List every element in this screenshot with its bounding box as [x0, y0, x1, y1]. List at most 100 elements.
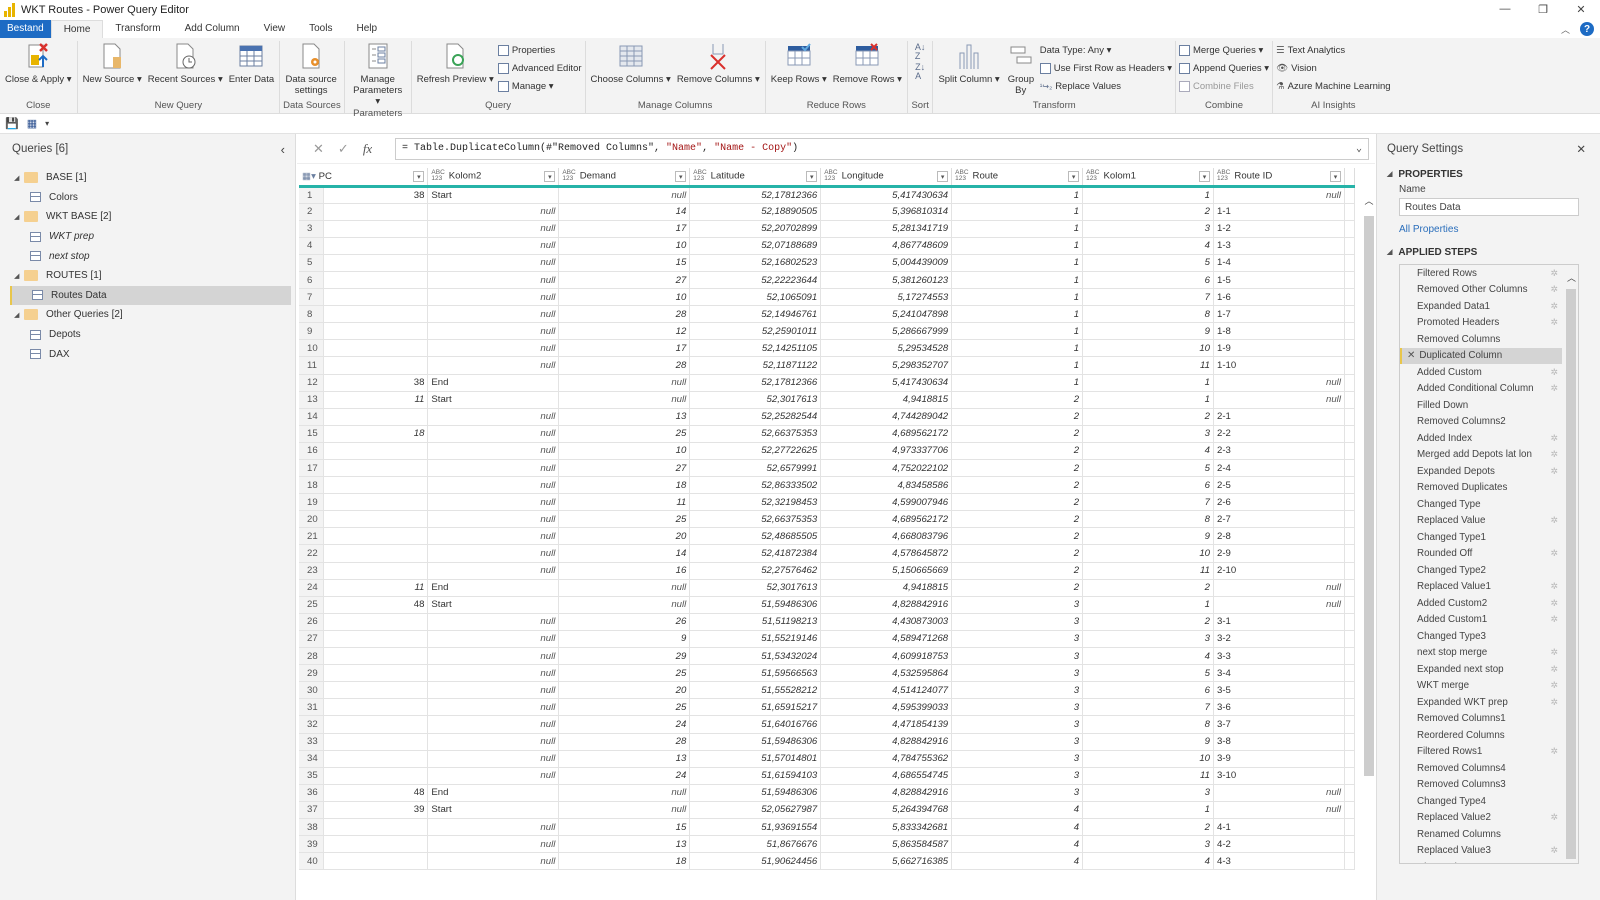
applied-step[interactable]: Removed Columns1	[1400, 711, 1562, 728]
table-cell[interactable]: 2-7	[1213, 510, 1345, 529]
table-cell[interactable]: 52,3017613	[689, 579, 822, 597]
table-cell[interactable]: 2-1	[1213, 408, 1345, 426]
table-cell[interactable]: 10	[1082, 544, 1215, 563]
applied-step[interactable]: Changed Type2	[1400, 562, 1562, 579]
table-cell[interactable]: 15	[558, 818, 691, 837]
tab-help[interactable]: Help	[344, 20, 389, 38]
table-cell[interactable]: null	[558, 784, 691, 802]
table-cell[interactable]: null	[427, 664, 560, 683]
table-cell[interactable]: 10	[558, 288, 691, 307]
table-cell[interactable]: 2	[1082, 613, 1215, 631]
applied-step[interactable]: Replaced Value ✲	[1400, 513, 1562, 530]
table-cell[interactable]: 2-3	[1213, 442, 1345, 461]
table-cell[interactable]: 51,8676676	[689, 835, 822, 854]
manage-button[interactable]: Manage ▾	[497, 79, 582, 94]
table-cell[interactable]: 4,668083796	[820, 527, 953, 546]
applied-step[interactable]: Added Custom ✲	[1400, 364, 1562, 381]
table-cell[interactable]: 5,286667999	[820, 322, 953, 341]
table-cell[interactable]: 52,05627987	[689, 801, 822, 819]
fx-icon[interactable]: fx	[363, 141, 372, 157]
row-number[interactable]: 4	[299, 237, 325, 255]
gear-icon[interactable]: ✲	[1550, 680, 1558, 691]
table-cell[interactable]: 8	[1082, 305, 1215, 324]
table-cell[interactable]: 1	[951, 305, 1084, 324]
table-cell[interactable]: End	[427, 374, 560, 392]
tab-transform[interactable]: Transform	[103, 20, 172, 38]
table-cell[interactable]: 11	[558, 493, 691, 512]
table-cell[interactable]: 5,417430634	[820, 186, 953, 204]
gear-icon[interactable]: ✲	[1550, 466, 1558, 477]
new-source-button[interactable]: New Source ▾	[81, 41, 144, 99]
table-cell[interactable]: null	[1213, 579, 1345, 597]
row-number[interactable]: 1	[299, 186, 325, 204]
applied-step[interactable]: WKT merge ✲	[1400, 678, 1562, 695]
table-cell[interactable]: 4,514124077	[820, 681, 953, 700]
table-cell[interactable]: Start	[427, 186, 560, 204]
table-cell[interactable]: 15	[558, 254, 691, 272]
applied-step[interactable]: Replaced Value2 ✲	[1400, 810, 1562, 827]
table-cell[interactable]: null	[558, 596, 691, 614]
table-cell[interactable]	[323, 288, 429, 307]
gear-icon[interactable]: ✲	[1550, 746, 1558, 757]
table-cell[interactable]: 51,51198213	[689, 613, 822, 631]
applied-step[interactable]: Replaced Value1 ✲	[1400, 579, 1562, 596]
any-type-icon[interactable]: ABC 123	[562, 170, 575, 183]
applied-step[interactable]: Expanded Data1 ✲	[1400, 298, 1562, 315]
row-number[interactable]: 22	[299, 544, 325, 563]
any-type-icon[interactable]: ABC 123	[955, 170, 968, 183]
table-cell[interactable]: 38	[323, 186, 429, 204]
table-cell[interactable]: 1	[951, 322, 1084, 341]
row-number[interactable]: 23	[299, 562, 325, 580]
table-cell[interactable]: 18	[323, 425, 429, 443]
applied-step[interactable]: Replaced Value3 ✲	[1400, 843, 1562, 860]
query-group[interactable]: ◢ WKT BASE [2]	[0, 207, 295, 227]
row-number[interactable]: 15	[299, 425, 325, 443]
table-cell[interactable]: 3	[951, 664, 1084, 683]
table-cell[interactable]: 51,64016766	[689, 715, 822, 734]
table-cell[interactable]: 3	[951, 733, 1084, 751]
table-cell[interactable]: 52,25282544	[689, 408, 822, 426]
table-cell[interactable]: null	[427, 425, 560, 443]
table-cell[interactable]: 1	[951, 254, 1084, 272]
table-cell[interactable]: 8	[1082, 510, 1215, 529]
table-view-icon[interactable]: ▦	[27, 117, 37, 130]
filter-dropdown-icon[interactable]: ▾	[1068, 171, 1080, 182]
query-name-input[interactable]: Routes Data	[1399, 198, 1579, 216]
column-header[interactable]: ABC 123 Kolom1 ▾	[1082, 168, 1215, 188]
scroll-up-icon[interactable]: ︿	[1567, 271, 1576, 284]
collapse-panel-icon[interactable]: ‹	[281, 142, 285, 157]
table-cell[interactable]: 20	[558, 681, 691, 700]
table-cell[interactable]: 6	[1082, 681, 1215, 700]
table-cell[interactable]: 52,11871122	[689, 356, 822, 375]
table-cell[interactable]: null	[1213, 374, 1345, 392]
column-header[interactable]: ABC 123 Route ▾	[951, 168, 1084, 188]
table-cell[interactable]: 9	[1082, 527, 1215, 546]
table-cell[interactable]: 38	[323, 374, 429, 392]
table-cell[interactable]: 39	[323, 801, 429, 819]
table-cell[interactable]: 4	[951, 818, 1084, 837]
row-number[interactable]: 28	[299, 647, 325, 666]
table-cell[interactable]: null	[427, 733, 560, 751]
table-cell[interactable]: 52,48685505	[689, 527, 822, 546]
table-cell[interactable]: 4,471854139	[820, 715, 953, 734]
table-cell[interactable]: 28	[558, 305, 691, 324]
remove-columns-button[interactable]: Remove Columns ▾	[675, 41, 762, 99]
table-cell[interactable]: 3	[951, 613, 1084, 631]
column-header[interactable]: ABC 123 Demand ▾	[558, 168, 691, 188]
table-cell[interactable]: 4,689562172	[820, 425, 953, 443]
query-item[interactable]: Colors	[0, 188, 295, 208]
table-cell[interactable]: 2	[1082, 203, 1215, 221]
table-cell[interactable]: 11	[1082, 562, 1215, 580]
row-number[interactable]: 6	[299, 271, 325, 290]
table-cell[interactable]: 2	[951, 579, 1084, 597]
table-cell[interactable]: 1	[1082, 391, 1215, 409]
table-cell[interactable]: 25	[558, 664, 691, 683]
table-cell[interactable]: 11	[323, 579, 429, 597]
applied-step[interactable]: Changed Type4	[1400, 793, 1562, 810]
applied-step[interactable]: Promoted Headers ✲	[1400, 315, 1562, 332]
tab-view[interactable]: View	[252, 20, 298, 38]
row-number[interactable]: 36	[299, 784, 325, 802]
gear-icon[interactable]: ✲	[1550, 664, 1558, 675]
advanced-editor-button[interactable]: Advanced Editor	[497, 61, 582, 76]
table-cell[interactable]: 2	[1082, 818, 1215, 837]
